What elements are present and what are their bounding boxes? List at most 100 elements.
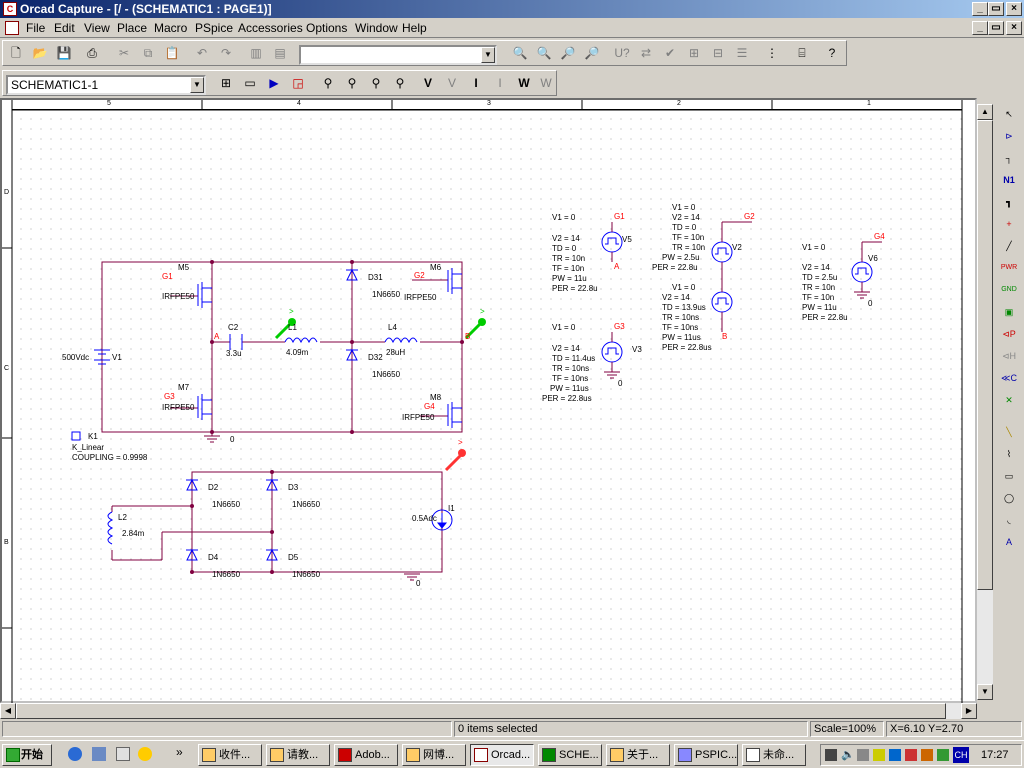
task-button[interactable]: 未命...: [742, 744, 806, 766]
bus-entry-icon[interactable]: ╱: [998, 236, 1020, 256]
bias-voltage-icon[interactable]: V: [417, 72, 439, 94]
no-connect-icon[interactable]: ✕: [998, 390, 1020, 410]
menu-edit[interactable]: Edit: [54, 21, 75, 35]
doc-restore-button[interactable]: ▭: [988, 21, 1004, 35]
chevron-down-icon[interactable]: ▼: [190, 77, 204, 93]
tray-icon[interactable]: [857, 749, 869, 761]
tray-icon[interactable]: [937, 749, 949, 761]
desktop-icon[interactable]: [116, 747, 130, 761]
doc-minimize-button[interactable]: _: [972, 21, 988, 35]
tray-icon[interactable]: [873, 749, 885, 761]
off-page-connector-icon[interactable]: ≪C: [998, 368, 1020, 388]
arc-icon[interactable]: ◟: [998, 510, 1020, 530]
net-alias-icon[interactable]: N1: [998, 170, 1020, 190]
ie-icon[interactable]: [68, 747, 82, 761]
zoom-area-icon[interactable]: 🔎: [557, 42, 579, 64]
task-button[interactable]: 网博...: [402, 744, 466, 766]
hier-pin-icon[interactable]: ⊲H: [998, 346, 1020, 366]
bias-current-icon[interactable]: I: [465, 72, 487, 94]
scroll-down-icon[interactable]: ▼: [977, 684, 993, 700]
ground-icon[interactable]: GND: [998, 280, 1020, 300]
task-button[interactable]: Adob...: [334, 744, 398, 766]
tray-icon[interactable]: [889, 749, 901, 761]
scroll-thumb[interactable]: [16, 703, 946, 719]
project-manager-icon[interactable]: ⌸: [791, 42, 813, 64]
menu-file[interactable]: File: [26, 21, 45, 35]
rectangle-icon[interactable]: ▭: [998, 466, 1020, 486]
annotate-icon[interactable]: U?: [611, 42, 633, 64]
polyline-icon[interactable]: ⌇: [998, 444, 1020, 464]
document-icon[interactable]: [5, 21, 19, 35]
task-button[interactable]: 请教...: [266, 744, 330, 766]
vertical-scrollbar[interactable]: ▲ ▼: [977, 104, 993, 700]
zoom-all-icon[interactable]: 🔎: [581, 42, 603, 64]
start-button[interactable]: 开始: [2, 744, 52, 766]
voltage-marker-icon[interactable]: ⚲: [317, 72, 339, 94]
edit-profile-icon[interactable]: ▭: [239, 72, 261, 94]
menu-place[interactable]: Place: [117, 21, 147, 35]
menu-window[interactable]: Window: [355, 21, 398, 35]
new-icon[interactable]: 🗋: [5, 42, 27, 64]
diff-marker-icon[interactable]: ⚲: [341, 72, 363, 94]
paste-icon[interactable]: 📋: [161, 42, 183, 64]
hier-port-icon[interactable]: ⊲P: [998, 324, 1020, 344]
voltage-toggle-icon[interactable]: V: [441, 72, 463, 94]
wire-icon[interactable]: ┐: [998, 148, 1020, 168]
close-button[interactable]: ×: [1006, 2, 1022, 16]
view-results-icon[interactable]: ◲: [287, 72, 309, 94]
print-icon[interactable]: ⎙: [81, 42, 103, 64]
task-button[interactable]: 收件...: [198, 744, 262, 766]
cut-icon[interactable]: ✂: [113, 42, 135, 64]
zoom-out-icon[interactable]: 🔍: [533, 42, 555, 64]
bias-power-icon[interactable]: W: [513, 72, 535, 94]
current-toggle-icon[interactable]: I: [489, 72, 511, 94]
pspice-run-icon[interactable]: ▤: [269, 42, 291, 64]
power-toggle-icon[interactable]: W: [535, 72, 557, 94]
junction-icon[interactable]: +: [998, 214, 1020, 234]
task-button[interactable]: PSPIC...: [674, 744, 738, 766]
bom-icon[interactable]: ☰: [731, 42, 753, 64]
tray-icon[interactable]: [825, 749, 837, 761]
netlist-icon[interactable]: ⊞: [683, 42, 705, 64]
cross-ref-icon[interactable]: ⊟: [707, 42, 729, 64]
scroll-up-icon[interactable]: ▲: [977, 104, 993, 120]
select-icon[interactable]: ↖: [998, 104, 1020, 124]
task-button[interactable]: SCHE...: [538, 744, 602, 766]
place-part-icon[interactable]: ⊳: [998, 126, 1020, 146]
language-indicator[interactable]: CH: [953, 747, 969, 763]
undo-icon[interactable]: ↶: [191, 42, 213, 64]
hierarchical-block-icon[interactable]: ▣: [998, 302, 1020, 322]
part-combo[interactable]: ▼: [299, 45, 497, 65]
bus-icon[interactable]: ┓: [998, 192, 1020, 212]
scroll-thumb[interactable]: [977, 120, 993, 590]
run-icon[interactable]: ▶: [263, 72, 285, 94]
task-button[interactable]: 关于...: [606, 744, 670, 766]
tray-icon[interactable]: [921, 749, 933, 761]
scroll-left-icon[interactable]: ◀: [0, 703, 16, 719]
menu-macro[interactable]: Macro: [154, 21, 187, 35]
scroll-right-icon[interactable]: ▶: [961, 703, 977, 719]
schematic-drawing[interactable]: D C B > > M5 G1 IRFPE50 M6 G2 IRFPE50 M7…: [0, 98, 977, 703]
copy-icon[interactable]: ⧉: [137, 42, 159, 64]
media-icon[interactable]: [138, 747, 152, 761]
power-icon[interactable]: PWR: [998, 258, 1020, 278]
horizontal-scrollbar[interactable]: ◀ ▶: [0, 703, 977, 719]
drc-icon[interactable]: ✔: [659, 42, 681, 64]
current-marker-icon[interactable]: ⚲: [365, 72, 387, 94]
save-icon[interactable]: 💾: [53, 42, 75, 64]
menu-options[interactable]: Options: [306, 21, 347, 35]
open-icon[interactable]: 📂: [29, 42, 51, 64]
restore-button[interactable]: ▭: [988, 2, 1004, 16]
menu-help[interactable]: Help: [402, 21, 427, 35]
ellipse-icon[interactable]: ◯: [998, 488, 1020, 508]
menu-pspice[interactable]: PSpice: [195, 21, 233, 35]
task-button-active[interactable]: Orcad...: [470, 744, 534, 766]
snap-grid-icon[interactable]: ⋮: [761, 42, 783, 64]
power-marker-icon[interactable]: ⚲: [389, 72, 411, 94]
tray-icon[interactable]: [905, 749, 917, 761]
new-profile-icon[interactable]: ⊞: [215, 72, 237, 94]
back-annotate-icon[interactable]: ⇄: [635, 42, 657, 64]
chevron-down-icon[interactable]: ▼: [481, 47, 495, 63]
pspice-sim-icon[interactable]: ▥: [245, 42, 267, 64]
volume-icon[interactable]: 🔈: [841, 748, 855, 761]
